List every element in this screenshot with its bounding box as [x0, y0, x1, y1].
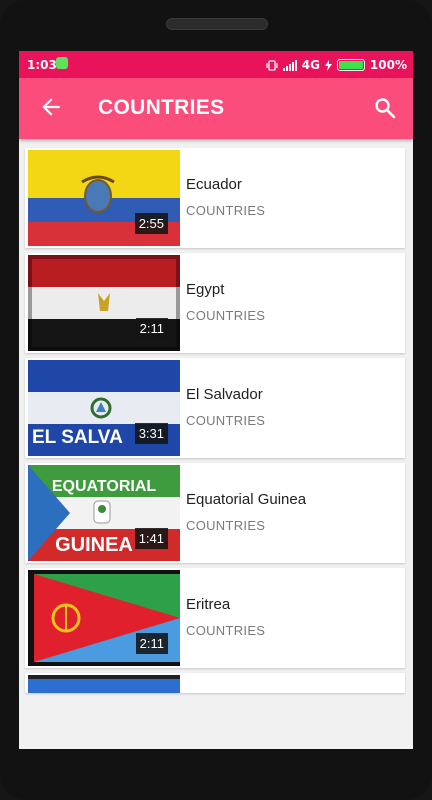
- partial-thumbnail-image: [28, 675, 180, 693]
- thumbnail-caption-bottom: GUINEA: [55, 534, 133, 556]
- video-channel: COUNTRIES: [186, 413, 266, 428]
- video-item-egypt[interactable]: 2:11 Egypt COUNTRIES: [25, 253, 405, 353]
- phone-frame: 1:03 4G 100% COUNTRIES 2:55 Ecuador COUN…: [0, 0, 432, 800]
- video-title[interactable]: Equatorial Guinea: [186, 491, 306, 508]
- screen: 1:03 4G 100% COUNTRIES 2:55 Ecuador COUN…: [19, 51, 413, 749]
- video-channel: COUNTRIES: [186, 203, 266, 218]
- video-item-partial[interactable]: [25, 673, 405, 693]
- notification-icon: [56, 57, 68, 69]
- status-bar: 1:03 4G 100%: [19, 51, 413, 78]
- battery-level: 100%: [369, 58, 407, 72]
- video-channel: COUNTRIES: [186, 308, 266, 323]
- video-thumbnail[interactable]: EQUATORIAL GUINEA 1:41: [28, 465, 180, 561]
- video-thumbnail[interactable]: EL SALVA 3:31: [28, 360, 180, 456]
- back-arrow-icon[interactable]: [38, 94, 64, 120]
- app-bar: COUNTRIES: [19, 78, 413, 139]
- search-icon[interactable]: [373, 96, 397, 120]
- network-type: 4G: [301, 58, 320, 72]
- video-duration: 3:31: [134, 423, 168, 444]
- video-channel: COUNTRIES: [186, 518, 266, 533]
- video-channel: COUNTRIES: [186, 623, 266, 638]
- video-duration: 2:11: [135, 318, 168, 339]
- charging-icon: [324, 59, 332, 71]
- video-thumbnail[interactable]: [28, 675, 180, 693]
- video-item-el-salvador[interactable]: EL SALVA 3:31 El Salvador COUNTRIES: [25, 358, 405, 458]
- video-title[interactable]: El Salvador: [186, 386, 263, 403]
- video-thumbnail[interactable]: 2:11: [28, 255, 180, 351]
- video-thumbnail[interactable]: 2:55: [28, 150, 180, 246]
- signal-icon: [282, 59, 297, 71]
- video-title[interactable]: Eritrea: [186, 596, 230, 613]
- video-title[interactable]: Egypt: [186, 281, 224, 298]
- video-thumbnail[interactable]: 2:11: [28, 570, 180, 666]
- vibrate-icon: [266, 59, 278, 71]
- video-duration: 2:11: [135, 633, 168, 654]
- page-title: COUNTRIES: [98, 96, 225, 119]
- video-title[interactable]: Ecuador: [186, 176, 242, 193]
- video-duration: 1:41: [134, 528, 168, 549]
- status-time: 1:03: [27, 58, 57, 72]
- video-item-ecuador[interactable]: 2:55 Ecuador COUNTRIES: [25, 148, 405, 248]
- video-item-equatorial-guinea[interactable]: EQUATORIAL GUINEA 1:41 Equatorial Guinea…: [25, 463, 405, 563]
- thumbnail-caption: EL SALVA: [32, 427, 123, 448]
- speaker-grille: [166, 18, 268, 30]
- thumbnail-caption-top: EQUATORIAL: [52, 478, 157, 495]
- video-item-eritrea[interactable]: 2:11 Eritrea COUNTRIES: [25, 568, 405, 668]
- battery-icon: [336, 59, 365, 71]
- video-duration: 2:55: [134, 213, 168, 234]
